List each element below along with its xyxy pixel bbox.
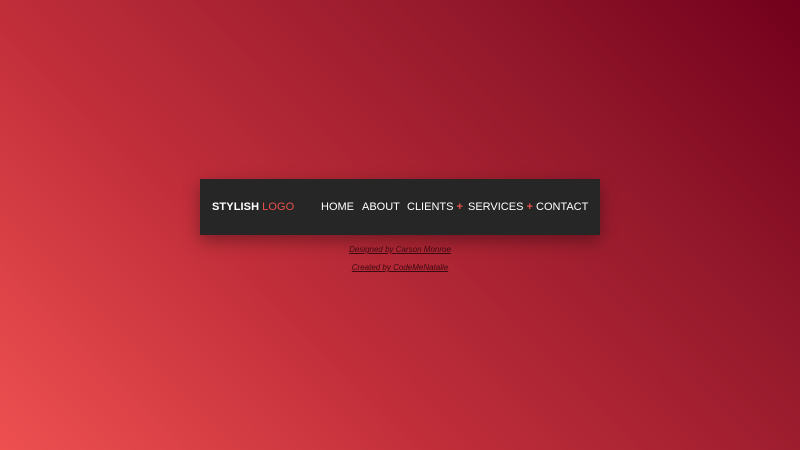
nav-item-label: CONTACT [536,201,589,213]
nav-item-contact[interactable]: CONTACT [536,200,588,214]
nav-item-home[interactable]: HOME [321,200,354,214]
navigation-bar: STYLISH LOGO HOME ABOUT CLIENTS + SERVICES… [200,179,600,235]
nav-item-label: HOME [321,201,354,213]
logo-accent-text: LOGO [262,201,295,213]
creator-credit-link[interactable]: Created by CodeMeNatalie [352,263,449,272]
nav-item-services[interactable]: SERVICES + [468,200,533,214]
creator-credit: Created by CodeMeNatalie [0,263,800,273]
plus-icon: + [456,201,463,213]
site-logo[interactable]: STYLISH LOGO [212,200,294,214]
nav-item-clients[interactable]: CLIENTS + [407,200,463,214]
nav-item-label: CLIENTS [407,201,454,213]
logo-primary-text: STYLISH [212,201,260,213]
nav-item-label: SERVICES [468,201,524,213]
designer-credit: Designed by Carson Monroe [0,245,800,255]
page-background: { "nav": { "logo": { "primary": "STYLISH… [0,0,800,450]
plus-icon: + [526,201,533,213]
designer-credit-link[interactable]: Designed by Carson Monroe [349,245,451,254]
nav-item-label: ABOUT [362,201,400,213]
nav-item-about[interactable]: ABOUT [362,200,400,214]
